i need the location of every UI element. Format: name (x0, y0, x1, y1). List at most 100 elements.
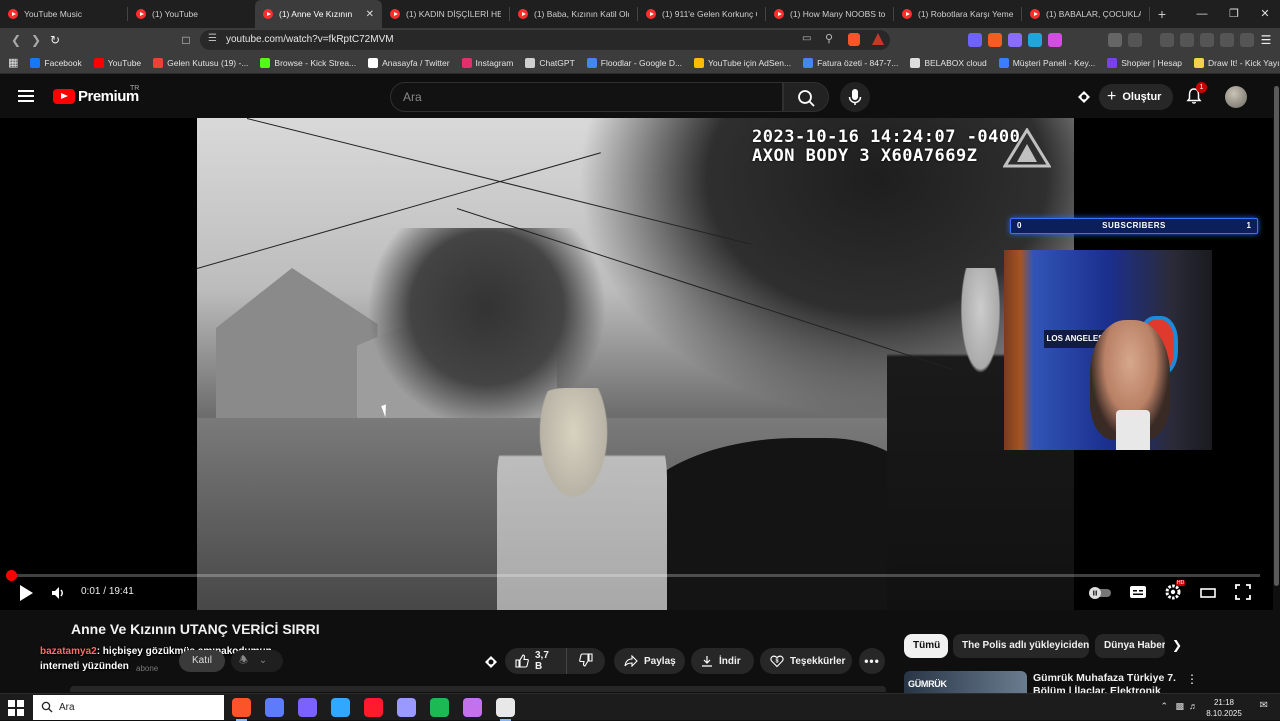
browser-tab[interactable]: (1) Baba, Kızının Katil Old (510, 0, 637, 28)
extension-2-icon[interactable] (988, 33, 1002, 47)
guide-menu-icon[interactable] (18, 90, 34, 102)
wallet-icon[interactable] (1200, 33, 1214, 47)
zoom-icon[interactable]: ⚲ (825, 32, 833, 45)
browser-menu-icon[interactable]: ☰ (1258, 32, 1274, 48)
app-3-taskbar-icon[interactable] (298, 698, 317, 717)
notification-center-icon[interactable]: ✉ (1260, 700, 1268, 711)
bookmark-item[interactable]: Instagram (456, 57, 520, 68)
like-button[interactable]: 3,7 B (505, 648, 567, 674)
filter-chip[interactable]: Dünya Haberleri (1095, 634, 1165, 658)
video-player[interactable]: 2023-10-16 14:24:07 -0400 AXON BODY 3 X6… (0, 118, 1273, 610)
new-tab-button[interactable]: + (1150, 6, 1174, 22)
browser-tab[interactable]: (1) How Many NOOBS to (766, 0, 893, 28)
close-window-icon[interactable]: ✕ (1249, 0, 1280, 28)
subscription-bell-dropdown[interactable]: 🕭 ⌄ (231, 650, 283, 672)
browser-tab[interactable]: (1) Anne Ve Kızının ✕ (255, 0, 382, 28)
address-bar[interactable]: ☰ youtube.com/watch?v=fkRptC72MVM ▭ ⚲ (200, 30, 890, 50)
bookmark-item[interactable]: Browse - Kick Strea... (254, 57, 362, 68)
taskbar-clock[interactable]: 21:18 8.10.2025 (1200, 697, 1248, 719)
browser-tab[interactable]: (1) KADIN DİŞÇİLERİ HEDE (382, 0, 509, 28)
bookmark-item[interactable]: YouTube için AdSen... (688, 57, 797, 68)
app-9-taskbar-icon[interactable] (496, 698, 515, 721)
media-control-icon[interactable] (1160, 33, 1174, 47)
photoshop-taskbar-icon[interactable] (331, 698, 350, 717)
chips-next-icon[interactable]: ❯ (1172, 638, 1188, 654)
description-box[interactable] (70, 686, 886, 692)
search-input[interactable] (391, 83, 782, 111)
settings-button[interactable]: HD (1164, 580, 1186, 603)
browser-tab[interactable]: (1) Robotlara Karşı Yemek (894, 0, 1021, 28)
bookmark-item[interactable]: Floodlar - Google D... (581, 57, 688, 68)
extension-5-icon[interactable] (1048, 33, 1062, 47)
extension-3-icon[interactable] (1008, 33, 1022, 47)
bookmark-item[interactable]: Anasayfa / Twitter (362, 57, 455, 68)
subtitles-button[interactable] (1129, 585, 1147, 605)
bookmark-item[interactable]: Gelen Kutusu (19) -... (147, 57, 254, 68)
minimize-icon[interactable]: — (1186, 0, 1218, 28)
apps-grid-icon[interactable]: ▦ (0, 56, 24, 69)
bookmark-item[interactable]: Draw It! - Kick Yayın... (1188, 57, 1280, 68)
progress-scrubber[interactable] (6, 570, 18, 581)
filter-chip[interactable]: Tümü (904, 634, 948, 658)
download-button[interactable]: İndir (691, 648, 754, 674)
scrollbar-thumb[interactable] (1274, 86, 1279, 586)
opera-taskbar-icon[interactable] (364, 698, 383, 717)
fullscreen-button[interactable] (1235, 584, 1251, 604)
thanks-button[interactable]: $ Teşekkürler (760, 648, 852, 674)
bookmark-icon[interactable]: □ (178, 32, 194, 48)
create-button[interactable]: + Oluştur (1099, 84, 1173, 110)
play-button[interactable] (18, 584, 34, 604)
tray-overflow-icon[interactable]: ⌃ (1160, 701, 1168, 712)
browser-tab[interactable]: (1) BABALAR, ÇOCUKLARI (1022, 0, 1149, 28)
video-frame[interactable]: 2023-10-16 14:24:07 -0400 AXON BODY 3 X6… (197, 118, 1074, 610)
bookmark-item[interactable]: Fatura özeti - 847-7... (797, 57, 904, 68)
leo-ai-icon[interactable] (1220, 33, 1234, 47)
browser-tab[interactable]: YouTube Music (0, 0, 127, 28)
extension-4-icon[interactable] (1028, 33, 1042, 47)
recommendation-title[interactable]: Gümrük Muhafaza Türkiye 7. Bölüm | İlaçl… (1033, 672, 1178, 694)
cast-page-icon[interactable]: ▭ (802, 33, 811, 44)
search-button[interactable] (783, 82, 829, 112)
network-icon[interactable]: ▩ (1175, 701, 1184, 712)
bookmark-item[interactable]: YouTube (88, 57, 147, 68)
remix-tool-icon[interactable] (1075, 88, 1093, 106)
recommendation-menu-icon[interactable]: ⋮ (1186, 672, 1198, 686)
page-scrollbar[interactable] (1273, 74, 1280, 693)
premiere-taskbar-icon[interactable] (397, 698, 416, 717)
bookmark-item[interactable]: Shopier | Hesap (1101, 57, 1188, 68)
voice-search-button[interactable] (840, 82, 870, 112)
reload-icon[interactable]: ↻ (47, 32, 63, 48)
more-actions-button[interactable]: ••• (859, 648, 885, 674)
site-info-icon[interactable]: ☰ (208, 33, 217, 44)
brave-taskbar-icon[interactable] (232, 698, 251, 721)
dislike-button[interactable] (567, 648, 605, 674)
autoplay-toggle[interactable] (1088, 586, 1112, 606)
close-tab-icon[interactable]: ✕ (366, 9, 374, 20)
progress-bar[interactable] (6, 570, 1260, 581)
back-icon[interactable]: ❮ (8, 32, 24, 48)
app-8-taskbar-icon[interactable] (463, 698, 482, 717)
spotify-taskbar-icon[interactable] (430, 698, 449, 717)
mute-button[interactable] (50, 585, 66, 605)
remix-icon[interactable] (482, 653, 500, 671)
sidebar-toggle-icon[interactable] (1180, 33, 1194, 47)
extensions-puzzle-icon[interactable] (1108, 33, 1122, 47)
bookmark-item[interactable]: ChatGPT (519, 57, 580, 68)
app-2-taskbar-icon[interactable] (265, 698, 284, 717)
restore-icon[interactable]: ❐ (1218, 0, 1250, 28)
recommendation-thumbnail[interactable]: GÜMRÜK (904, 671, 1027, 693)
screenshot-icon[interactable] (1128, 33, 1142, 47)
speaker-icon[interactable]: ♬ (1189, 701, 1198, 711)
extension-1-icon[interactable] (968, 33, 982, 47)
youtube-logo-icon[interactable] (53, 89, 75, 104)
account-avatar[interactable] (1225, 86, 1247, 108)
filter-chip[interactable]: The Polis adlı yükleyiciden (953, 634, 1089, 658)
bookmark-item[interactable]: Facebook (24, 57, 87, 68)
bookmark-item[interactable]: Müşteri Paneli - Key... (993, 57, 1102, 68)
share-button[interactable]: Paylaş (614, 648, 685, 674)
join-button[interactable]: Katıl (179, 650, 225, 672)
bookmark-item[interactable]: BELABOX cloud (904, 57, 992, 68)
browser-tab[interactable]: (1) YouTube (128, 0, 255, 28)
brave-rewards-icon[interactable] (872, 33, 884, 45)
notifications-button[interactable]: 1 (1184, 82, 1207, 106)
